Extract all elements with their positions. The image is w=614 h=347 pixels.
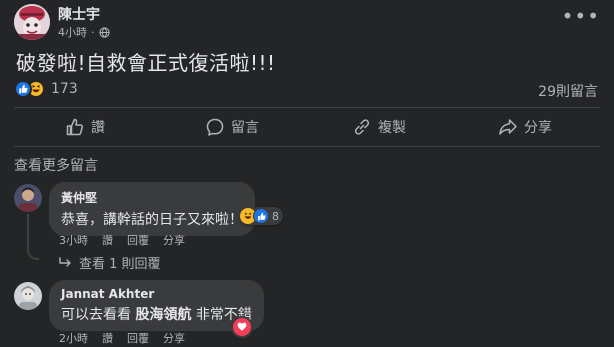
thread-connector [27,214,39,260]
like-reaction-icon [253,208,269,224]
copy-button-label: 複製 [378,120,406,136]
like-button-label: 讚 [91,120,105,136]
like-reaction-icon [14,80,32,98]
copy-button[interactable]: 複製 [352,115,406,139]
comment-time[interactable]: 2小時 [59,330,88,346]
comment-bubble: Jannat Akhter 可以去看看 股海領航 非常不錯 [49,280,264,331]
comment-actions: 3小時 讚 回覆 分享 [59,232,185,248]
comment-like-link[interactable]: 讚 [102,232,113,248]
comment-text-part: 可以去看看 [61,307,131,323]
reply-arrow-icon [59,256,71,267]
comment-reactions[interactable]: 8 [239,207,283,225]
view-replies-link[interactable]: 查看 1 則回覆 [59,253,161,272]
comment-count-link[interactable]: 29則留言 [538,81,598,101]
thumbs-up-icon [66,118,84,136]
comment-text: 恭喜，講幹話的日子又來啦！ [61,212,243,228]
post-meta: 4小時 · [58,24,110,40]
view-more-comments-link[interactable]: 查看更多留言 [14,155,98,175]
commenter-avatar[interactable] [14,282,42,310]
view-replies-label: 查看 1 則回覆 [79,257,161,272]
post-author-avatar[interactable] [14,4,50,40]
globe-icon [98,26,110,38]
comment-actions: 2小時 讚 回覆 分享 [59,330,185,346]
more-options-icon[interactable]: ••• [562,6,600,26]
comment-button-label: 留言 [231,120,259,136]
dot-separator: · [91,25,95,39]
comment-share-link[interactable]: 分享 [163,232,185,248]
like-button[interactable]: 讚 [65,115,105,139]
comment-reply-link[interactable]: 回覆 [127,330,149,346]
comment-like-link[interactable]: 讚 [102,330,113,346]
commenter-name[interactable]: Jannat Akhter [61,287,252,301]
post-time[interactable]: 4小時 [58,24,87,40]
reactions-summary[interactable]: 173 [14,80,78,98]
post-author-name[interactable]: 陳士宇 [58,4,100,24]
share-button-label: 分享 [524,120,552,136]
comment-button[interactable]: 留言 [205,115,259,139]
comment-text-bold: 股海領航 [135,307,192,323]
comment-reply-link[interactable]: 回覆 [127,232,149,248]
comment-share-link[interactable]: 分享 [163,330,185,346]
comment-icon [206,118,224,136]
comment-time[interactable]: 3小時 [59,232,88,248]
comment-reaction-count: 8 [272,209,279,223]
comment-text: 可以去看看 股海領航 非常不錯 [61,304,252,324]
post-text: 破發啦!自救會正式復活啦!!! [16,51,276,75]
comment-bubble: 黃仲堅 恭喜，講幹話的日子又來啦！ [49,182,255,236]
reaction-count: 173 [51,81,78,97]
copy-link-icon [354,119,370,135]
love-reaction-icon[interactable] [233,318,251,336]
commenter-avatar[interactable] [14,184,42,212]
divider [14,107,600,108]
divider [14,146,600,147]
commenter-name[interactable]: 黃仲堅 [61,189,243,206]
share-icon [499,119,517,135]
share-button[interactable]: 分享 [498,115,552,139]
